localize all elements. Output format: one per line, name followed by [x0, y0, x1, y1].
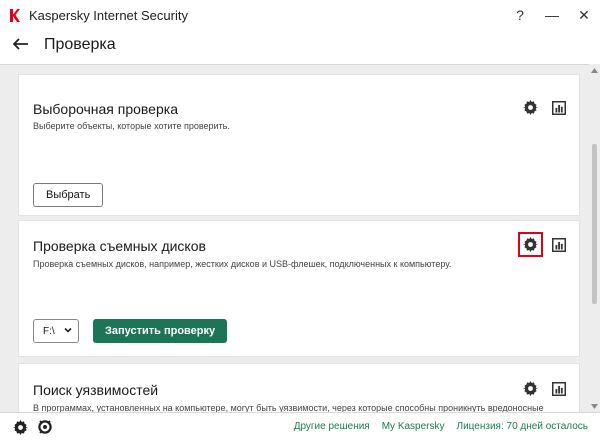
vertical-scrollbar[interactable]	[589, 64, 600, 412]
report-chart-icon[interactable]	[550, 236, 567, 253]
kaspersky-logo-icon	[9, 8, 21, 22]
report-chart-icon[interactable]	[550, 380, 567, 397]
my-kaspersky-link[interactable]: My Kaspersky	[382, 421, 445, 432]
close-button[interactable]: ✕	[568, 0, 600, 30]
license-link[interactable]: Лицензия: 70 дней осталось	[457, 421, 588, 432]
other-solutions-link[interactable]: Другие решения	[294, 421, 370, 432]
custom-scan-card: Выборочная проверка Выберите объекты, ко…	[18, 74, 580, 216]
custom-scan-title: Выборочная проверка	[33, 101, 178, 117]
gear-icon[interactable]	[522, 380, 539, 397]
scroll-up-arrow-icon[interactable]	[591, 66, 598, 74]
custom-scan-description: Выберите объекты, которые хотите провери…	[33, 121, 230, 131]
drive-select[interactable]: F:\	[33, 319, 79, 343]
vulnerability-scan-description: В программах, установленных на компьютер…	[33, 403, 544, 412]
page-title: Проверка	[44, 36, 116, 53]
gear-icon[interactable]	[522, 99, 539, 116]
removable-drives-title: Проверка съемных дисков	[33, 238, 206, 254]
scan-list: Выборочная проверка Выберите объекты, ко…	[0, 64, 600, 412]
vulnerability-scan-card: Поиск уязвимостей В программах, установл…	[18, 363, 580, 412]
gear-icon[interactable]	[518, 232, 543, 257]
app-title: Kaspersky Internet Security	[29, 7, 188, 23]
title-bar: Kaspersky Internet Security ? — ✕	[0, 0, 600, 30]
minimize-button[interactable]: —	[536, 0, 568, 30]
back-arrow-icon[interactable]	[12, 35, 30, 53]
scrollbar-thumb[interactable]	[592, 144, 597, 304]
removable-drives-description: Проверка съемных дисков, например, жестк…	[33, 259, 452, 269]
settings-gear-icon[interactable]	[12, 419, 28, 435]
support-icon[interactable]	[37, 419, 53, 435]
footer: Другие решения My Kaspersky Лицензия: 70…	[0, 412, 600, 440]
scroll-down-arrow-icon[interactable]	[591, 402, 598, 410]
removable-drives-scan-card: Проверка съемных дисков Проверка съемных…	[18, 220, 580, 357]
drive-select-value: F:\	[43, 325, 55, 337]
help-button[interactable]: ?	[504, 0, 536, 30]
select-button[interactable]: Выбрать	[33, 183, 104, 207]
start-scan-button[interactable]: Запустить проверку	[93, 319, 228, 343]
vulnerability-scan-title: Поиск уязвимостей	[33, 382, 159, 398]
report-chart-icon[interactable]	[550, 99, 567, 116]
chevron-down-icon	[64, 326, 72, 337]
page-header: Проверка	[0, 30, 600, 64]
